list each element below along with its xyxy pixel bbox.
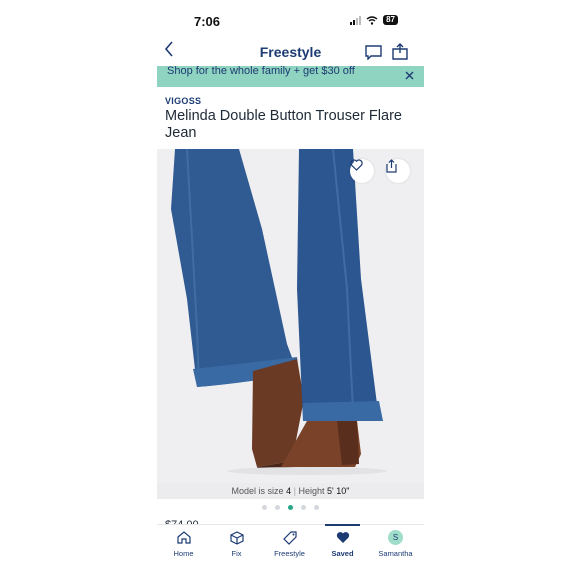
model-size-label: Model is size [231, 486, 284, 496]
heart-filled-icon [336, 532, 349, 543]
model-size: 4 [286, 486, 292, 496]
promo-text: Shop for the whole family + get $30 off [167, 65, 355, 77]
height-label: Height [298, 486, 325, 496]
shopping-bag-icon [392, 43, 408, 60]
tab-label: Freestyle [274, 549, 305, 558]
page-title: Freestyle [259, 44, 322, 60]
product-image[interactable]: Model is size 4 | Height 5' 10" [157, 149, 424, 499]
share-button[interactable] [386, 159, 410, 183]
carousel-dot[interactable] [301, 505, 306, 510]
nav-bar: Freestyle [157, 38, 424, 66]
status-icons: 87 [350, 15, 398, 25]
bag-button[interactable] [392, 43, 408, 65]
chat-button[interactable] [365, 45, 382, 65]
product-brand[interactable]: VIGOSS [165, 96, 201, 106]
signal-icon [350, 15, 362, 25]
box-icon [229, 530, 244, 545]
share-icon [386, 159, 397, 173]
tab-label: Home [173, 549, 194, 558]
tab-fix[interactable]: Fix [210, 529, 263, 558]
heart-outline-icon [350, 159, 363, 171]
tab-bar: Home Fix Freestyle Saved S Samantha [157, 524, 424, 565]
avatar: S [388, 530, 403, 545]
tag-icon [282, 530, 297, 545]
tab-saved[interactable]: Saved [316, 524, 369, 558]
home-icon [176, 531, 191, 544]
carousel-dots[interactable] [157, 505, 424, 510]
carousel-dot[interactable] [275, 505, 280, 510]
promo-banner[interactable]: Shop for the whole family + get $30 off [157, 66, 424, 87]
favorite-button[interactable] [350, 159, 374, 183]
chat-icon [365, 45, 382, 61]
tab-label: Samantha [378, 549, 413, 558]
carousel-dot[interactable] [262, 505, 267, 510]
carousel-dot[interactable] [288, 505, 293, 510]
tab-label: Fix [231, 549, 242, 558]
tab-profile[interactable]: S Samantha [369, 529, 422, 558]
product-title: Melinda Double Button Trouser Flare Jean [165, 108, 402, 141]
close-icon [405, 71, 414, 80]
carousel-dot[interactable] [314, 505, 319, 510]
jeans-photo [157, 149, 424, 483]
tab-freestyle[interactable]: Freestyle [263, 529, 316, 558]
model-height: 5' 10" [327, 486, 350, 496]
app-screen: 7:06 87 Freestyle Shop for the whole fam… [157, 0, 424, 580]
promo-close-button[interactable] [405, 67, 414, 85]
model-info: Model is size 4 | Height 5' 10" [157, 483, 424, 499]
divider: | [293, 486, 296, 496]
tab-label: Saved [331, 549, 354, 558]
status-time: 7:06 [194, 14, 221, 29]
tab-home[interactable]: Home [157, 529, 210, 558]
battery-icon: 87 [383, 15, 398, 25]
wifi-icon [366, 15, 378, 25]
